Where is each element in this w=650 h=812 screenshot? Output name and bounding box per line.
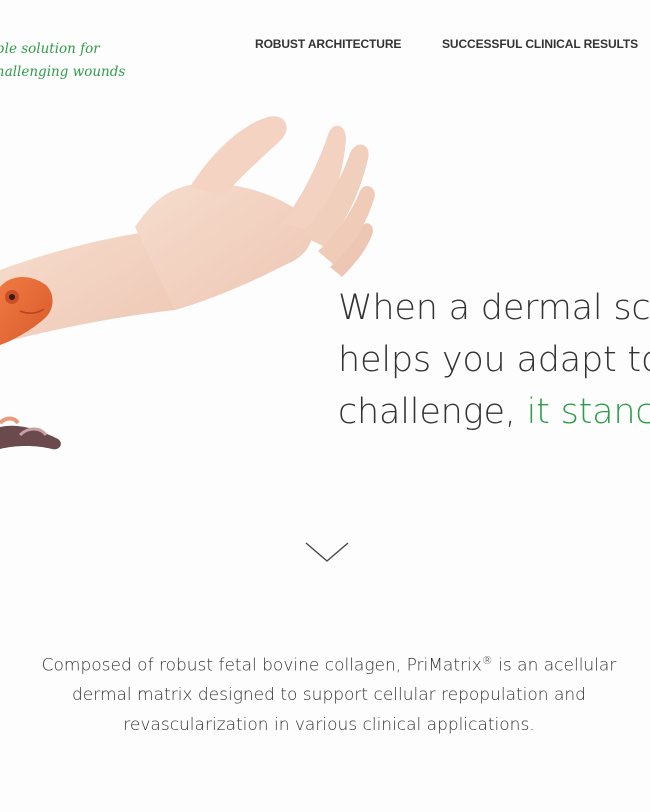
headline-line-1: When a dermal sca xyxy=(338,288,650,328)
top-navigation: ROBUST ARCHITECTURE SUCCESSFUL CLINICAL … xyxy=(0,37,650,53)
headline-line-2: helps you adapt to xyxy=(338,340,650,380)
headline-line-3: challenge, xyxy=(338,392,527,432)
hero-headline: When a dermal sca helps you adapt to cha… xyxy=(338,282,650,438)
chevron-down-icon[interactable] xyxy=(304,540,350,564)
nav-link-successful-clinical-results[interactable]: SUCCESSFUL CLINICAL RESULTS xyxy=(442,37,638,51)
tagline-line-2: hallenging wounds xyxy=(0,64,126,80)
registered-mark: ® xyxy=(481,654,493,667)
headline-highlight: it stanc xyxy=(526,392,650,432)
nav-link-robust-architecture[interactable]: ROBUST ARCHITECTURE xyxy=(255,37,401,51)
hand-with-chameleon-illustration xyxy=(0,116,375,450)
page: ble solution for hallenging wounds ROBUS… xyxy=(0,0,650,812)
intro-paragraph: Composed of robust fetal bovine collagen… xyxy=(30,646,628,740)
intro-text-part-1: Composed of robust fetal bovine collagen… xyxy=(41,655,482,676)
hero-image xyxy=(0,105,390,485)
